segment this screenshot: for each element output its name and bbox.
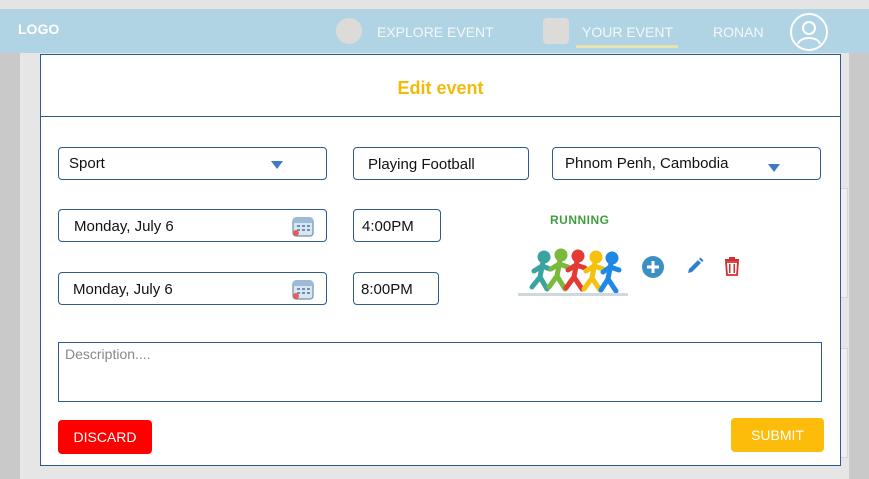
start-date-value: Monday, July 6: [74, 218, 174, 235]
runners-illustration: [518, 248, 628, 296]
chevron-down-icon: [768, 164, 780, 172]
calendar-icon: [543, 18, 569, 44]
calendar-icon[interactable]: [291, 277, 315, 301]
calendar-icon[interactable]: [291, 214, 315, 238]
location-value: Phnom Penh, Cambodia: [565, 155, 729, 172]
end-time-field[interactable]: 8:00PM: [353, 272, 439, 305]
people-icon: [336, 18, 362, 44]
end-time-value: 8:00PM: [361, 281, 413, 298]
start-time-value: 4:00PM: [362, 218, 414, 235]
user-avatar-icon[interactable]: [790, 13, 828, 51]
modal-title: Edit event: [41, 55, 840, 117]
location-select[interactable]: Phnom Penh, Cambodia: [552, 147, 821, 180]
end-date-value: Monday, July 6: [73, 281, 173, 298]
category-select[interactable]: Sport: [58, 147, 327, 180]
nav-your-event[interactable]: YOUR EVENT: [582, 24, 673, 40]
description-field[interactable]: Description....: [58, 342, 822, 402]
logo[interactable]: LOGO: [18, 21, 59, 37]
event-name-value: Playing Football: [368, 156, 475, 173]
discard-button[interactable]: DISCARD: [58, 420, 152, 454]
top-navbar: LOGO EXPLORE EVENT YOUR EVENT RONAN: [0, 9, 869, 53]
description-placeholder: Description....: [65, 346, 151, 362]
edit-pencil-icon[interactable]: [683, 254, 707, 278]
submit-button[interactable]: SUBMIT: [731, 418, 824, 452]
user-name[interactable]: RONAN: [713, 24, 764, 40]
start-time-field[interactable]: 4:00PM: [353, 209, 441, 242]
category-value: Sport: [69, 155, 105, 172]
chevron-down-icon: [271, 161, 283, 169]
add-circle-icon[interactable]: [641, 255, 665, 279]
active-nav-indicator: [576, 45, 678, 48]
nav-explore-event[interactable]: EXPLORE EVENT: [377, 24, 494, 40]
event-image: RUNNING: [516, 201, 630, 301]
start-date-field[interactable]: Monday, July 6: [58, 209, 327, 242]
event-name-field[interactable]: Playing Football: [353, 147, 529, 180]
trash-icon[interactable]: [720, 254, 744, 278]
edit-event-modal: Edit event Sport Playing Football Phnom …: [40, 54, 841, 466]
end-date-field[interactable]: Monday, July 6: [58, 272, 327, 305]
window-top-strip: [0, 0, 869, 9]
